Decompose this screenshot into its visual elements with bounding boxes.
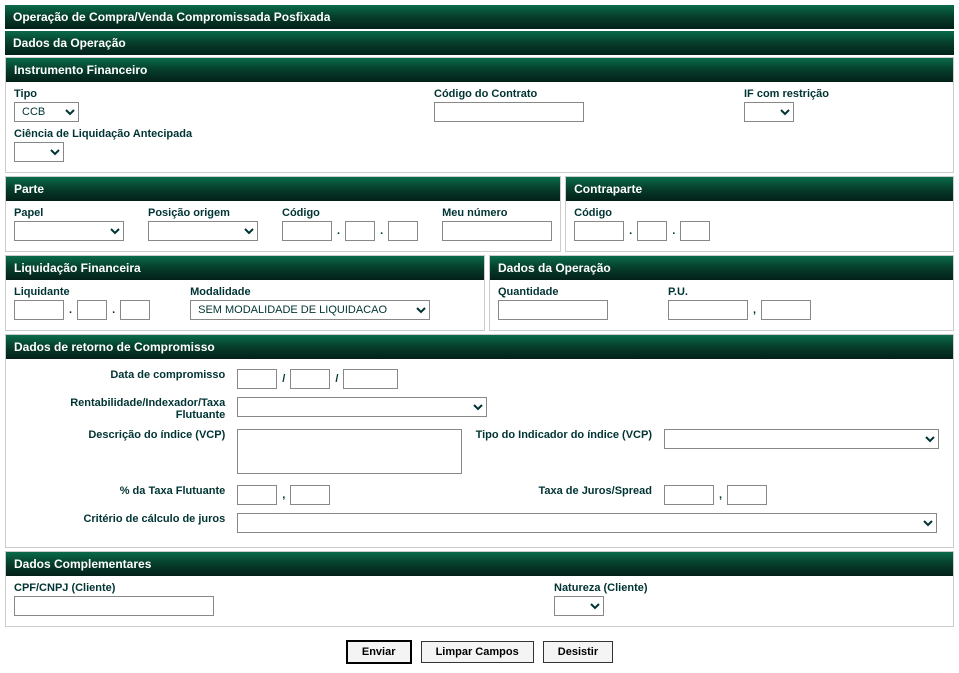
quantidade-label: Quantidade xyxy=(498,286,608,298)
button-row: Enviar Limpar Campos Desistir xyxy=(5,630,954,668)
papel-label: Papel xyxy=(14,207,124,219)
if-restricao-label: IF com restrição xyxy=(744,88,829,100)
liquidante-3[interactable] xyxy=(120,300,150,320)
liquidante-2[interactable] xyxy=(77,300,107,320)
papel-select[interactable] xyxy=(14,221,124,241)
parte-header: Parte xyxy=(6,177,560,201)
enviar-button[interactable]: Enviar xyxy=(346,640,412,664)
complementares-group: Dados Complementares CPF/CNPJ (Cliente) … xyxy=(5,551,954,627)
retorno-header: Dados de retorno de Compromisso xyxy=(6,335,953,359)
pct-taxa-2[interactable] xyxy=(290,485,330,505)
cpf-input[interactable] xyxy=(14,596,214,616)
parte-group: Parte Papel Posição origem Código xyxy=(5,176,561,252)
ciencia-select[interactable] xyxy=(14,142,64,162)
parte-codigo-1[interactable] xyxy=(282,221,332,241)
desistir-button[interactable]: Desistir xyxy=(543,641,613,663)
meu-numero-label: Meu número xyxy=(442,207,552,219)
tipo-select[interactable]: CCB xyxy=(14,102,79,122)
taxa-juros-label: Taxa de Juros/Spread xyxy=(538,485,652,497)
codigo-contrato-input[interactable] xyxy=(434,102,584,122)
page-title-bar: Operação de Compra/Venda Compromissada P… xyxy=(5,5,954,29)
parte-codigo-3[interactable] xyxy=(388,221,418,241)
data-mes[interactable] xyxy=(290,369,330,389)
retorno-group: Dados de retorno de Compromisso Data de … xyxy=(5,334,954,548)
parte-codigo-label: Código xyxy=(282,207,418,219)
criterio-select[interactable] xyxy=(237,513,937,533)
natureza-select[interactable] xyxy=(554,596,604,616)
quantidade-input[interactable] xyxy=(498,300,608,320)
cpf-label: CPF/CNPJ (Cliente) xyxy=(14,582,214,594)
liquidacao-group: Liquidação Financeira Liquidante . . Mod… xyxy=(5,255,485,331)
taxa-juros-1[interactable] xyxy=(664,485,714,505)
rentabilidade-label: Rentabilidade/Indexador/Taxa Flutuante xyxy=(70,397,225,421)
posicao-origem-label: Posição origem xyxy=(148,207,258,219)
meu-numero-input[interactable] xyxy=(442,221,552,241)
modalidade-select[interactable]: SEM MODALIDADE DE LIQUIDACAO xyxy=(190,300,430,320)
pct-taxa-label: % da Taxa Flutuante xyxy=(120,485,226,497)
contraparte-header: Contraparte xyxy=(566,177,953,201)
liquidante-label: Liquidante xyxy=(14,286,150,298)
pu-label: P.U. xyxy=(668,286,811,298)
pu-input-1[interactable] xyxy=(668,300,748,320)
rentabilidade-select[interactable] xyxy=(237,397,487,417)
dados-operacao2-header: Dados da Operação xyxy=(490,256,953,280)
pct-taxa-1[interactable] xyxy=(237,485,277,505)
contraparte-codigo-label: Código xyxy=(574,207,945,219)
ciencia-label: Ciência de Liquidação Antecipada xyxy=(14,128,945,140)
descricao-indice-textarea[interactable] xyxy=(237,429,462,474)
data-compromisso-label: Data de compromisso xyxy=(110,369,225,381)
natureza-label: Natureza (Cliente) xyxy=(554,582,648,594)
instrumento-financeiro-group: Instrumento Financeiro Tipo CCB Código d… xyxy=(5,57,954,173)
dados-operacao-group: Dados da Operação Quantidade P.U. , xyxy=(489,255,954,331)
codigo-contrato-label: Código do Contrato xyxy=(434,88,584,100)
posicao-origem-select[interactable] xyxy=(148,221,258,241)
taxa-juros-2[interactable] xyxy=(727,485,767,505)
contraparte-codigo-1[interactable] xyxy=(574,221,624,241)
criterio-label: Critério de cálculo de juros xyxy=(83,513,225,525)
page-title: Operação de Compra/Venda Compromissada P… xyxy=(13,10,330,24)
contraparte-codigo-2[interactable] xyxy=(637,221,667,241)
parte-codigo-2[interactable] xyxy=(345,221,375,241)
data-dia[interactable] xyxy=(237,369,277,389)
descricao-indice-label: Descrição do índice (VCP) xyxy=(88,429,225,441)
tipo-label: Tipo xyxy=(14,88,214,100)
data-ano[interactable] xyxy=(343,369,398,389)
pu-input-2[interactable] xyxy=(761,300,811,320)
limpar-button[interactable]: Limpar Campos xyxy=(421,641,534,663)
if-restricao-select[interactable] xyxy=(744,102,794,122)
complementares-header: Dados Complementares xyxy=(6,552,953,576)
tipo-indicador-label: Tipo do Indicador do índice (VCP) xyxy=(476,429,652,441)
liquidacao-header: Liquidação Financeira xyxy=(6,256,484,280)
dados-operacao-header: Dados da Operação xyxy=(5,31,954,55)
contraparte-group: Contraparte Código . . xyxy=(565,176,954,252)
liquidante-1[interactable] xyxy=(14,300,64,320)
tipo-indicador-select[interactable] xyxy=(664,429,939,449)
instrumento-financeiro-header: Instrumento Financeiro xyxy=(6,58,953,82)
contraparte-codigo-3[interactable] xyxy=(680,221,710,241)
modalidade-label: Modalidade xyxy=(190,286,430,298)
